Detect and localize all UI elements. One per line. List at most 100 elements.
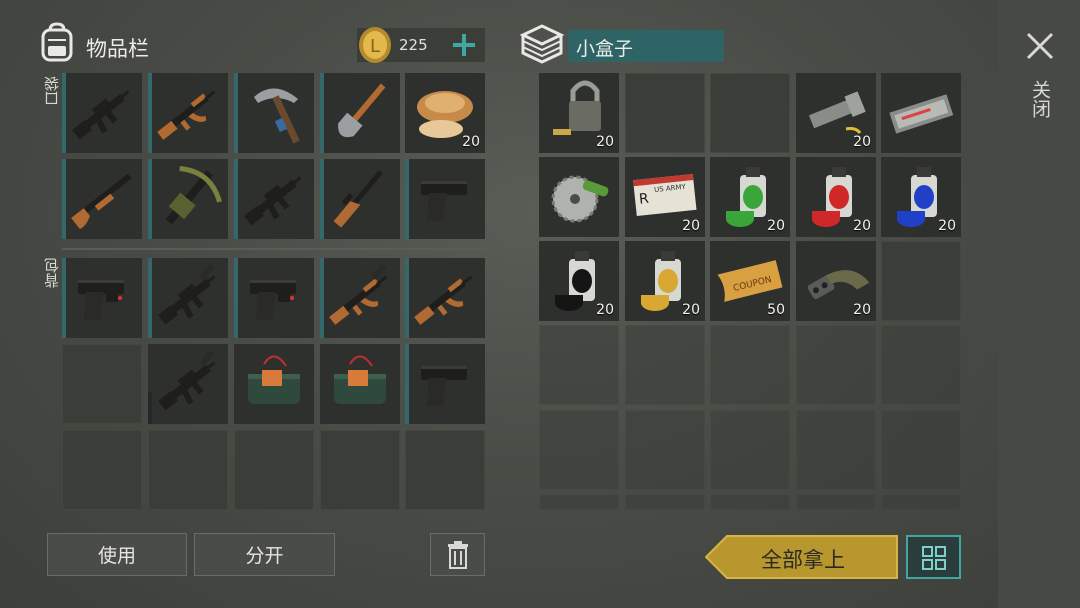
shotgun-icon [62, 159, 142, 239]
item-slot[interactable]: 20 [796, 157, 876, 237]
empty-slot[interactable] [881, 410, 961, 490]
item-slot[interactable] [62, 258, 142, 338]
suppressed-rifle-icon [148, 344, 228, 424]
item-slot[interactable] [405, 258, 485, 338]
coin-icon: L [357, 26, 393, 64]
item-count: 20 [596, 134, 614, 150]
empty-slot[interactable] [539, 410, 619, 490]
take-all-button[interactable]: 全部拿上 [705, 535, 898, 579]
coin-balance: L 225 [357, 26, 485, 64]
durability-bar [320, 73, 324, 153]
empty-slot[interactable] [539, 494, 619, 510]
item-slot[interactable] [320, 159, 400, 239]
durability-bar [320, 258, 324, 338]
empty-slot[interactable] [796, 410, 876, 490]
item-slot[interactable]: 20 [539, 73, 619, 153]
pickaxe-icon [234, 73, 314, 153]
item-count: 20 [682, 302, 700, 318]
item-slot[interactable]: 20 [796, 73, 876, 153]
item-slot[interactable] [234, 344, 314, 424]
empty-slot[interactable] [62, 344, 142, 424]
empty-slot[interactable] [710, 325, 790, 405]
item-slot[interactable] [234, 258, 314, 338]
trash-icon [447, 540, 468, 569]
empty-slot[interactable] [62, 430, 142, 510]
empty-slot[interactable] [710, 410, 790, 490]
empty-slot[interactable] [881, 494, 961, 510]
shovel-icon [320, 73, 400, 153]
item-slot[interactable]: 20 [796, 241, 876, 321]
item-count: 20 [596, 302, 614, 318]
empty-slot[interactable] [710, 73, 790, 153]
container-title-bar: 小盒子 [568, 30, 724, 62]
item-count: 20 [767, 218, 785, 234]
item-slot[interactable] [405, 159, 485, 239]
explosive-icon [234, 344, 314, 424]
item-slot[interactable] [148, 344, 228, 424]
section-divider [62, 248, 485, 250]
durability-bar [234, 159, 238, 239]
item-slot[interactable] [234, 159, 314, 239]
durability-bar [148, 159, 152, 239]
durability-bar [234, 258, 238, 338]
empty-slot[interactable] [625, 410, 705, 490]
pistol-laser-icon [62, 258, 142, 338]
ak-suppressed-icon [320, 258, 400, 338]
empty-slot[interactable] [881, 325, 961, 405]
durability-bar [62, 258, 66, 338]
empty-slot[interactable] [796, 494, 876, 510]
split-button[interactable]: 分开 [194, 533, 335, 576]
item-slot[interactable] [320, 258, 400, 338]
item-slot[interactable]: COUPON 50 [710, 241, 790, 321]
item-slot[interactable] [405, 344, 485, 424]
item-slot[interactable]: 20 [625, 241, 705, 321]
item-slot[interactable] [148, 73, 228, 153]
item-slot[interactable] [148, 258, 228, 338]
item-slot[interactable]: 20 [405, 73, 485, 153]
use-button[interactable]: 使用 [47, 533, 187, 576]
empty-slot[interactable] [234, 430, 314, 510]
explosive-icon [320, 344, 400, 424]
empty-slot[interactable] [539, 325, 619, 405]
item-slot[interactable]: 20 [539, 241, 619, 321]
item-slot[interactable]: 20 [881, 157, 961, 237]
empty-slot[interactable] [148, 430, 228, 510]
item-slot[interactable] [539, 157, 619, 237]
box-icon [519, 23, 565, 65]
crossbow-icon [148, 159, 228, 239]
grid-icon [922, 546, 946, 570]
pistol-icon [405, 344, 485, 424]
durability-bar [405, 258, 409, 338]
durability-bar [405, 344, 409, 424]
item-slot[interactable] [62, 159, 142, 239]
empty-slot[interactable] [881, 241, 961, 321]
item-slot[interactable] [320, 73, 400, 153]
item-count: 20 [462, 134, 480, 150]
item-slot[interactable] [148, 159, 228, 239]
trash-button[interactable] [430, 533, 485, 576]
item-slot[interactable] [62, 73, 142, 153]
empty-slot[interactable] [710, 494, 790, 510]
item-slot[interactable]: R US ARMY 20 [625, 157, 705, 237]
layout-toggle-button[interactable] [906, 535, 961, 579]
empty-slot[interactable] [405, 430, 485, 510]
durability-bar [320, 159, 324, 239]
durability-bar [405, 159, 409, 239]
item-slot[interactable] [320, 344, 400, 424]
add-coins-button[interactable] [449, 30, 479, 60]
ak-rifle-icon [405, 258, 485, 338]
backpack-label: 背包 [43, 258, 61, 288]
empty-slot[interactable] [796, 325, 876, 405]
empty-slot[interactable] [320, 430, 400, 510]
ak-rifle-icon [148, 73, 228, 153]
item-count: 20 [853, 302, 871, 318]
empty-slot[interactable] [625, 325, 705, 405]
sniper-rifle-icon [320, 159, 400, 239]
empty-slot[interactable] [625, 494, 705, 510]
item-slot[interactable] [881, 73, 961, 153]
durability-bar [62, 73, 66, 153]
empty-slot[interactable] [625, 73, 705, 153]
close-button[interactable] [1024, 30, 1056, 62]
item-slot[interactable] [234, 73, 314, 153]
item-slot[interactable]: 20 [710, 157, 790, 237]
